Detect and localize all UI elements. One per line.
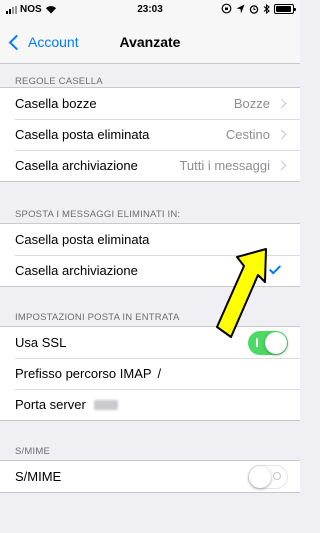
row-label: S/MIME: [15, 469, 62, 484]
screen: NOS 23:03 Account Avanzate REGOLE CASELL…: [0, 0, 300, 533]
annotation-arrow-icon: [216, 248, 267, 338]
row-smime: S/MIME: [0, 461, 300, 492]
section-header-smime: S/MIME: [15, 446, 50, 457]
group-smime: S/MIME: [0, 460, 300, 493]
row-casella-bozze[interactable]: Casella bozze Bozze: [0, 88, 300, 119]
chevron-right-icon: [276, 160, 287, 171]
smime-toggle[interactable]: [248, 464, 288, 489]
status-bar: NOS 23:03: [0, 0, 300, 20]
location-icon: [236, 4, 245, 13]
row-label: Casella bozze: [15, 96, 97, 111]
chevron-right-icon: [276, 98, 287, 109]
imap-prefix-field[interactable]: /: [158, 366, 162, 381]
group-regole-casella: Casella bozze Bozze Casella posta elimin…: [0, 87, 300, 182]
row-label: Usa SSL: [15, 335, 67, 350]
row-label: Casella posta eliminata: [15, 232, 150, 247]
chevron-right-icon: [276, 129, 287, 140]
row-value: Bozze: [233, 96, 270, 111]
row-porta-server[interactable]: Porta server: [0, 389, 300, 420]
navigation-bar: Account Avanzate: [0, 20, 300, 64]
status-right: [221, 3, 296, 14]
row-label: Casella archiviazione: [15, 263, 138, 278]
row-casella-archiviazione[interactable]: Casella archiviazione Tutti i messaggi: [0, 150, 300, 181]
row-value: Cestino: [225, 127, 270, 142]
toggle-knob: [249, 465, 271, 488]
row-casella-posta-eliminata[interactable]: Casella posta eliminata Cestino: [0, 119, 300, 150]
row-label: Casella posta eliminata: [15, 127, 150, 142]
row-value: Tutti i messaggi: [179, 158, 270, 173]
screen-lock-icon: [221, 3, 232, 14]
row-label: Porta server: [15, 397, 86, 412]
row-label: Casella archiviazione: [15, 158, 138, 173]
row-label: Prefisso percorso IMAP: [15, 366, 152, 381]
bluetooth-icon: [263, 3, 270, 14]
battery-icon: [274, 3, 296, 14]
page-title: Avanzate: [119, 34, 181, 50]
row-prefisso-imap[interactable]: Prefisso percorso IMAP /: [0, 358, 300, 389]
section-header-sposta: SPOSTA I MESSAGGI ELIMINATI IN:: [15, 209, 181, 220]
server-port-field[interactable]: [93, 399, 118, 410]
toggle-off-mark: [273, 471, 281, 480]
section-header-regole: REGOLE CASELLA: [15, 76, 103, 87]
alarm-icon: [249, 4, 259, 14]
